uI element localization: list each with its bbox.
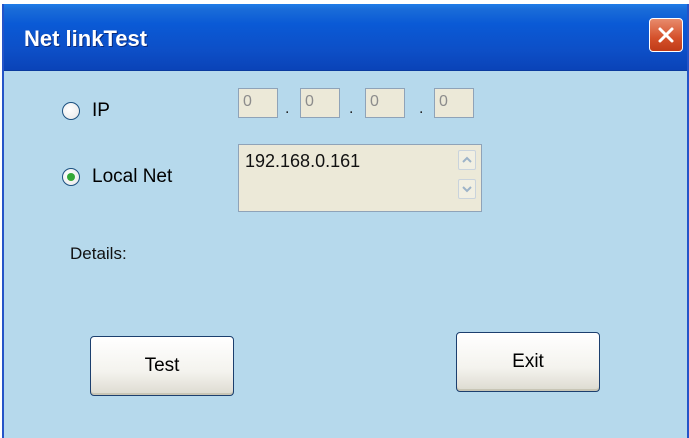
local-net-label: Local Net xyxy=(92,166,173,187)
ip-octet-3[interactable]: 0 xyxy=(365,88,405,118)
close-button[interactable] xyxy=(649,18,683,52)
ip-separator: . xyxy=(285,100,290,117)
ip-octet-1[interactable]: 0 xyxy=(238,88,278,118)
local-address-list[interactable]: 192.168.0.161 xyxy=(238,144,482,212)
ip-option[interactable]: IP xyxy=(62,100,110,122)
exit-button[interactable]: Exit xyxy=(456,332,600,392)
ip-separator: . xyxy=(349,100,354,117)
ip-octet-4[interactable]: 0 xyxy=(434,88,474,118)
scroll-up-button[interactable] xyxy=(458,150,476,170)
ip-label: IP xyxy=(92,100,110,121)
test-button[interactable]: Test xyxy=(90,336,234,396)
local-net-option[interactable]: Local Net xyxy=(62,166,172,188)
radio-selected-dot xyxy=(67,173,75,181)
ip-radio[interactable] xyxy=(62,102,80,120)
chevron-down-icon xyxy=(462,186,472,193)
details-label: Details: xyxy=(70,244,127,263)
title-bar[interactable]: Net linkTest xyxy=(4,4,687,71)
dialog-window: Net linkTest IP 0 . 0 . 0 . 0 Local Net … xyxy=(2,4,689,438)
window-title: Net linkTest xyxy=(24,26,148,51)
local-address-item[interactable]: 192.168.0.161 xyxy=(245,151,360,172)
close-icon xyxy=(658,27,674,43)
local-net-radio[interactable] xyxy=(62,168,80,186)
ip-separator: . xyxy=(419,100,424,117)
chevron-up-icon xyxy=(462,156,472,163)
ip-octet-2[interactable]: 0 xyxy=(300,88,340,118)
scroll-down-button[interactable] xyxy=(458,179,476,199)
